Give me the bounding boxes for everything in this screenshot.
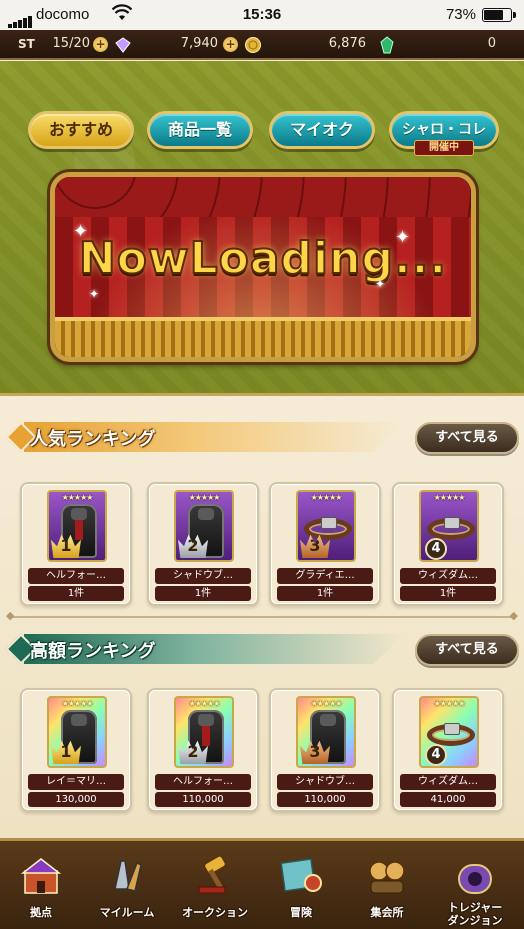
belt-icon [427, 723, 475, 746]
add-crystal-button[interactable]: + [223, 37, 238, 52]
item-image: ★★★★★ 4 [419, 490, 479, 562]
price-ranking-title: 高額ランキング [30, 641, 156, 662]
item-image: ★★★★★ 2 [174, 490, 234, 562]
ranking-card[interactable]: ★★★★★ 2 シャドウブ… 1件 [147, 482, 259, 606]
item-count: 1件 [28, 586, 124, 601]
stamina-value: 15/20 [52, 36, 90, 51]
item-name: ヘルフォー… [28, 568, 124, 584]
sparkle-icon: ✦ [375, 277, 386, 291]
gathering-icon [365, 853, 409, 897]
myroom-icon [105, 853, 149, 897]
nav-treasure-dungeon[interactable]: トレジャー ダンジョン [436, 841, 514, 929]
item-price: 130,000 [28, 792, 124, 807]
loading-banner[interactable]: NowLoading... ✦ ✦ ✦ ✦ [50, 172, 476, 362]
item-name: レイ＝マリ… [28, 774, 124, 790]
stamina-label: ST [18, 37, 35, 51]
ranking-content: 人気ランキング すべて見る ★★★★★ 1 ヘルフォー… 1件 ★★★★★ 2 シャドウブ…… [0, 398, 524, 838]
nav-label: 拠点 [30, 906, 52, 919]
rarity-stars: ★★★★★ [433, 493, 466, 502]
item-price: 110,000 [155, 792, 251, 807]
ranking-card[interactable]: ★★★★★ 3 シャドウブ… 110,000 [269, 688, 381, 812]
sparkle-icon: ✦ [395, 227, 411, 248]
section-divider [6, 609, 518, 622]
item-name: ウィズダム… [400, 774, 496, 790]
item-image: ★★★★★ 3 [296, 696, 356, 768]
nav-adventure[interactable]: 冒険 [262, 841, 340, 929]
auction-top-area: おすすめ 商品一覧 マイオク シャロ・コレ 開催中 NowLoading... … [0, 61, 524, 396]
item-price: 41,000 [400, 792, 496, 807]
tab-recommended[interactable]: おすすめ [28, 111, 134, 149]
belt-icon [427, 517, 475, 540]
sparkle-icon: ✦ [73, 221, 89, 242]
item-name: シャドウブ… [155, 568, 251, 584]
nav-auction[interactable]: オークション [176, 841, 254, 929]
battery-icon [482, 8, 516, 22]
base-icon [19, 853, 63, 897]
rank-badge: 4 [425, 744, 447, 766]
crystal-value: 7,940 [180, 36, 218, 51]
emerald-icon [380, 36, 394, 54]
item-price: 110,000 [277, 792, 373, 807]
rarity-stars: ★★★★★ [188, 699, 221, 708]
gold-coin-icon [245, 37, 261, 53]
ranking-card[interactable]: ★★★★★ 1 ヘルフォー… 1件 [20, 482, 132, 606]
item-image: ★★★★★ 1 [47, 490, 107, 562]
nav-label: 冒険 [290, 906, 312, 919]
auction-icon [193, 853, 237, 897]
popular-see-all-button[interactable]: すべて見る [415, 422, 519, 454]
ranking-card[interactable]: ★★★★★ 4 ウィズダム… 41,000 [392, 688, 504, 812]
item-name: ウィズダム… [400, 568, 496, 584]
item-name: ヘルフォー… [155, 774, 251, 790]
item-count: 1件 [400, 586, 496, 601]
price-see-all-button[interactable]: すべて見る [415, 634, 519, 666]
nav-label: トレジャー ダンジョン [447, 901, 503, 927]
gold-value: 6,876 [328, 36, 366, 51]
rarity-stars: ★★★★★ [188, 493, 221, 502]
item-image: ★★★★★ 3 [296, 490, 356, 562]
price-ranking-header: 高額ランキング [5, 633, 410, 665]
event-badge: 開催中 [414, 140, 474, 156]
stage-floor [55, 317, 471, 357]
crystal-icon [115, 37, 131, 53]
battery-percent: 73% [445, 6, 476, 23]
sparkle-icon: ✦ [89, 287, 100, 301]
adventure-icon [279, 853, 323, 897]
rank-badge: 4 [425, 538, 447, 560]
nav-base[interactable]: 拠点 [2, 841, 80, 929]
item-name: シャドウブ… [277, 774, 373, 790]
ranking-card[interactable]: ★★★★★ 3 グラディエ… 1件 [269, 482, 381, 606]
ranking-card[interactable]: ★★★★★ 1 レイ＝マリ… 130,000 [20, 688, 132, 812]
nav-myroom[interactable]: マイルーム [88, 841, 166, 929]
rarity-stars: ★★★★★ [433, 699, 466, 708]
add-stamina-button[interactable]: + [93, 37, 108, 52]
treasure-dungeon-icon [453, 853, 497, 897]
status-bar: docomo 15:36 73% [0, 0, 524, 30]
curtain-valance [55, 177, 471, 217]
currency-bar: ST 15/20 + 7,940 + 6,876 0 [0, 30, 524, 60]
nav-label: 集会所 [370, 906, 404, 919]
rarity-stars: ★★★★★ [310, 699, 343, 708]
nav-label: オークション [182, 906, 248, 919]
ranking-card[interactable]: ★★★★★ 4 ウィズダム… 1件 [392, 482, 504, 606]
popular-ranking-header: 人気ランキング [5, 421, 410, 453]
tab-my-auction[interactable]: マイオク [269, 111, 375, 149]
rarity-stars: ★★★★★ [310, 493, 343, 502]
item-count: 1件 [277, 586, 373, 601]
tab-item-list[interactable]: 商品一覧 [147, 111, 253, 149]
item-image: ★★★★★ 2 [174, 696, 234, 768]
item-image: ★★★★★ 1 [47, 696, 107, 768]
item-image: ★★★★★ 4 [419, 696, 479, 768]
item-name: グラディエ… [277, 568, 373, 584]
bottom-nav: 拠点 マイルーム オークション 冒険 集会所 トレジャー ダンジョン [0, 838, 524, 929]
nav-label: マイルーム [99, 906, 155, 919]
item-count: 1件 [155, 586, 251, 601]
ranking-card[interactable]: ★★★★★ 2 ヘルフォー… 110,000 [147, 688, 259, 812]
popular-ranking-title: 人気ランキング [30, 429, 156, 450]
rarity-stars: ★★★★★ [61, 493, 94, 502]
rarity-stars: ★★★★★ [61, 699, 94, 708]
emerald-value: 0 [487, 36, 496, 51]
nav-gathering[interactable]: 集会所 [348, 841, 426, 929]
